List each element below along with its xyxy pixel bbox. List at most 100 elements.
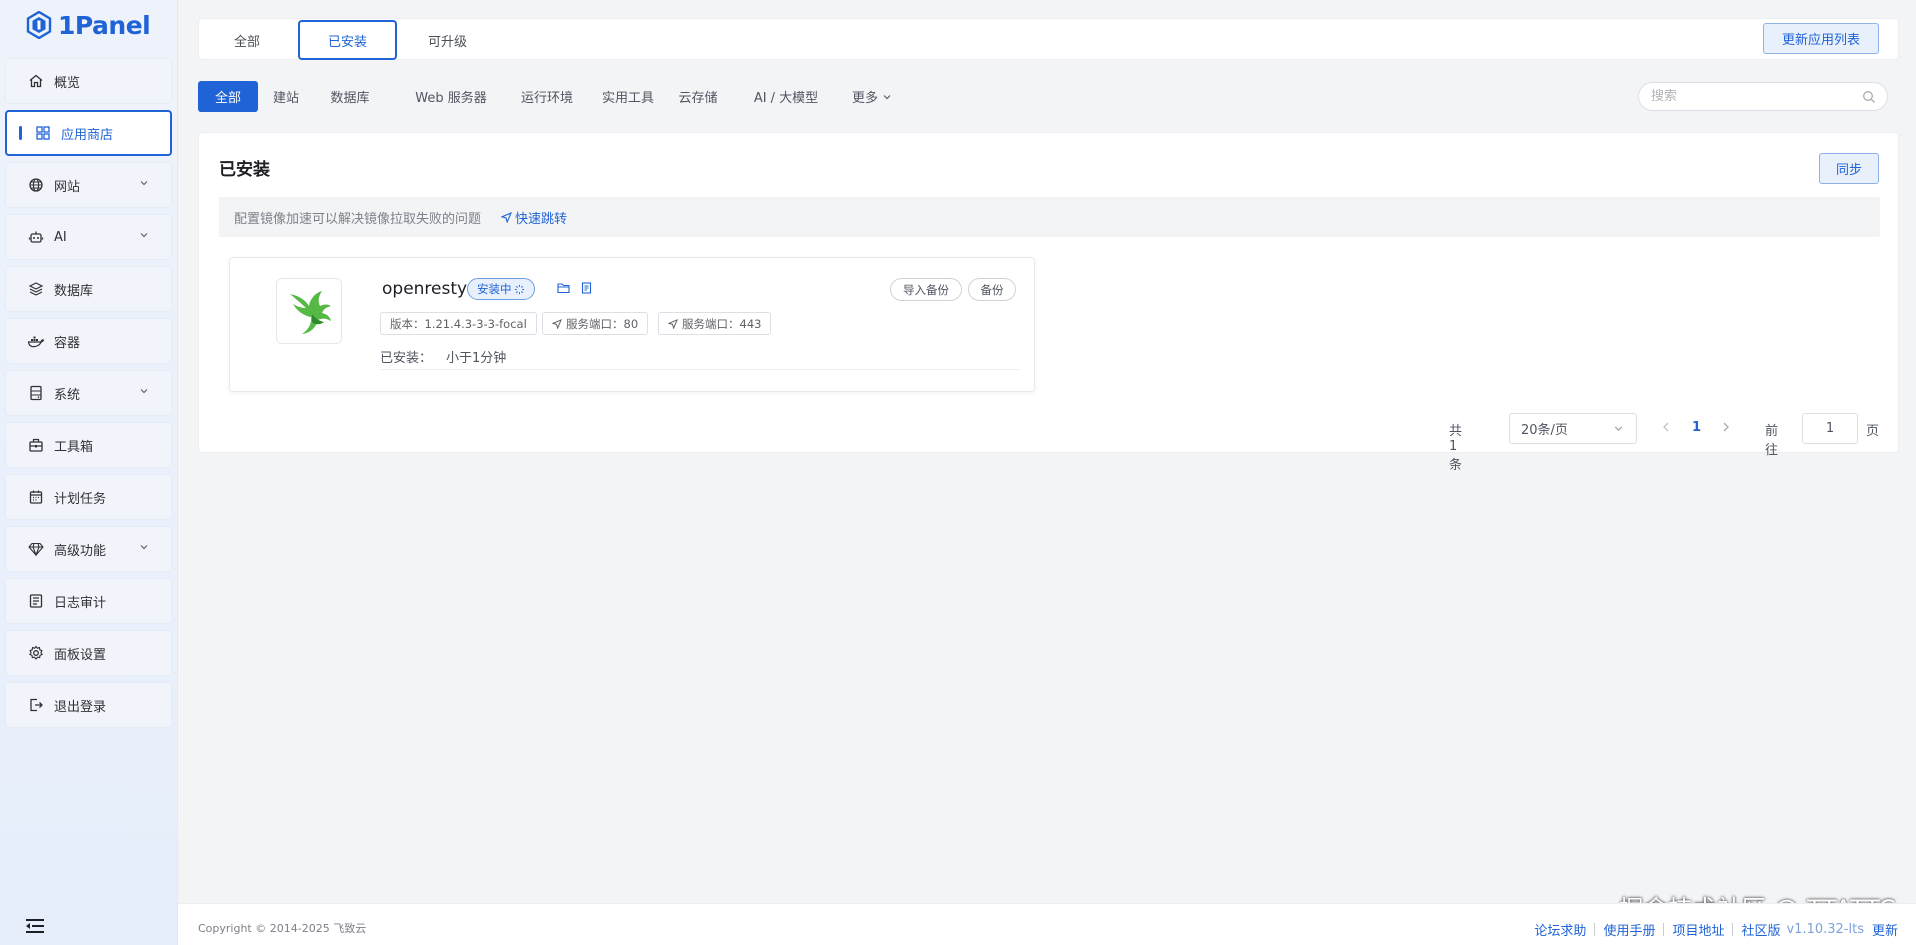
navigation-arrow-icon xyxy=(501,211,513,223)
tab-upgradable[interactable]: 可升级 xyxy=(405,20,490,60)
folder-icon[interactable] xyxy=(557,282,570,294)
chevron-down-icon xyxy=(140,545,148,550)
sidebar-item-label: 高级功能 xyxy=(54,543,107,559)
sidebar-item-logs[interactable]: 日志审计 xyxy=(5,578,172,624)
mirror-notice: 配置镜像加速可以解决镜像拉取失败的问题 快速跳转 xyxy=(219,197,1880,237)
sidebar-item-database[interactable]: 数据库 xyxy=(5,266,172,312)
goto-page-input[interactable]: 1 xyxy=(1802,413,1858,444)
sidebar-item-website[interactable]: 网站 xyxy=(5,162,172,208)
collapse-sidebar-button[interactable] xyxy=(24,918,46,938)
calendar-icon xyxy=(26,487,46,507)
project-link[interactable]: 项目地址 xyxy=(1672,920,1724,939)
search-field[interactable] xyxy=(1638,82,1888,111)
document-icon[interactable] xyxy=(581,282,592,294)
filter-website[interactable]: 建站 xyxy=(266,81,306,112)
backup-button[interactable]: 备份 xyxy=(968,278,1016,301)
sidebar-item-advanced[interactable]: 高级功能 xyxy=(5,526,172,572)
layers-icon xyxy=(26,279,46,299)
port-tag-80[interactable]: 服务端口：80 xyxy=(542,312,649,335)
page-unit-label: 页 xyxy=(1866,424,1880,439)
sidebar-item-label: 应用商店 xyxy=(61,127,114,143)
sidebar-item-system[interactable]: 系统 xyxy=(5,370,172,416)
sidebar-item-label: 网站 xyxy=(54,179,81,195)
footer-links: 论坛求助 使用手册 项目地址 社区版 v1.10.32-lts 更新 xyxy=(1534,920,1898,939)
goto-label: 前往 xyxy=(1765,424,1779,458)
sidebar-item-label: 面板设置 xyxy=(54,647,107,663)
search-input[interactable] xyxy=(1651,89,1851,104)
installed-time-label: 已安装： xyxy=(380,351,433,366)
page-size-value: 20条/页 xyxy=(1521,423,1568,438)
server-icon xyxy=(26,383,46,403)
sidebar-item-settings[interactable]: 面板设置 xyxy=(5,630,172,676)
port-tag-443[interactable]: 服务端口：443 xyxy=(658,312,772,335)
filter-more-label: 更多 xyxy=(851,91,878,106)
navigation-arrow-icon xyxy=(552,318,562,329)
tab-all[interactable]: 全部 xyxy=(206,20,288,60)
search-icon[interactable] xyxy=(1862,90,1876,104)
import-backup-button[interactable]: 导入备份 xyxy=(890,278,962,301)
home-icon xyxy=(26,71,46,91)
installed-apps-card: 已安装 同步 配置镜像加速可以解决镜像拉取失败的问题 快速跳转 openrest… xyxy=(198,132,1899,473)
forum-link[interactable]: 论坛求助 xyxy=(1534,920,1586,939)
status-badge: 安装中 xyxy=(467,278,535,300)
sidebar-item-app-store[interactable]: 应用商店 xyxy=(5,110,172,156)
notice-text: 配置镜像加速可以解决镜像拉取失败的问题 xyxy=(234,211,482,227)
filter-runtime[interactable]: 运行环境 xyxy=(507,81,587,112)
docker-icon xyxy=(26,331,46,351)
app-logo[interactable] xyxy=(276,278,342,344)
sidebar-item-label: 系统 xyxy=(54,387,81,403)
installed-time-value: 小于1分钟 xyxy=(446,351,507,366)
page-size-select[interactable]: 20条/页 xyxy=(1509,413,1637,444)
sidebar-item-label: AI xyxy=(54,229,67,245)
chevron-right-icon[interactable] xyxy=(1721,420,1731,434)
filter-tools[interactable]: 实用工具 xyxy=(590,81,666,112)
sidebar-item-logout[interactable]: 退出登录 xyxy=(5,682,172,728)
sidebar-item-ai[interactable]: AI xyxy=(5,214,172,260)
app-grid-icon xyxy=(33,123,53,143)
update-link[interactable]: 更新 xyxy=(1872,920,1898,939)
app-card-openresty: openresty 安装中 导入备份 备份 版本：1.21.4.3-3-3-fo… xyxy=(229,257,1035,392)
quick-jump-label: 快速跳转 xyxy=(515,211,568,227)
tab-installed[interactable]: 已安装 xyxy=(298,20,397,60)
collapse-menu-icon xyxy=(26,919,44,933)
filter-all[interactable]: 全部 xyxy=(198,81,258,112)
sidebar-item-label: 计划任务 xyxy=(54,491,107,507)
openresty-logo-icon xyxy=(290,291,331,334)
sidebar-item-overview[interactable]: 概览 xyxy=(5,58,172,104)
diamond-icon xyxy=(26,539,46,559)
chevron-down-icon xyxy=(883,94,891,99)
divider xyxy=(380,369,1020,370)
sidebar-item-label: 工具箱 xyxy=(54,439,94,455)
version-tag: 版本：1.21.4.3-3-3-focal xyxy=(380,312,537,335)
sidebar-item-toolbox[interactable]: 工具箱 xyxy=(5,422,172,468)
top-tabs-bar: 全部 已安装 可升级 更新应用列表 xyxy=(198,18,1899,60)
page-number-current[interactable]: 1 xyxy=(1692,420,1701,435)
manual-link[interactable]: 使用手册 xyxy=(1603,920,1655,939)
toolbox-icon xyxy=(26,435,46,455)
active-indicator xyxy=(19,126,22,140)
sidebar-item-label: 退出登录 xyxy=(54,699,107,715)
divider xyxy=(1594,923,1596,936)
sidebar-item-container[interactable]: 容器 xyxy=(5,318,172,364)
sidebar-item-cron[interactable]: 计划任务 xyxy=(5,474,172,520)
sidebar-item-label: 数据库 xyxy=(54,283,94,299)
filter-cloud-storage[interactable]: 云存储 xyxy=(672,81,724,112)
globe-icon xyxy=(26,175,46,195)
filter-ai[interactable]: AI / 大模型 xyxy=(741,81,831,112)
pagination-total: 共 1 条 xyxy=(1449,424,1463,473)
edition-link[interactable]: 社区版 xyxy=(1741,920,1780,939)
navigation-arrow-icon xyxy=(668,318,678,329)
filter-database[interactable]: 数据库 xyxy=(324,81,376,112)
status-text: 安装中 xyxy=(477,282,512,296)
logo-text: 1Panel xyxy=(58,10,151,40)
quick-jump-link[interactable]: 快速跳转 xyxy=(501,208,567,227)
refresh-app-list-button[interactable]: 更新应用列表 xyxy=(1763,23,1879,54)
logo[interactable]: 1Panel xyxy=(26,8,151,42)
filter-web-server[interactable]: Web 服务器 xyxy=(394,81,508,112)
filter-more[interactable]: 更多 xyxy=(843,81,901,112)
sidebar-item-label: 概览 xyxy=(54,75,81,91)
version-label: v1.10.32-lts xyxy=(1786,922,1864,937)
sidebar-menu: 概览 应用商店 网站 AI 数据库 容器 系统 工具箱 计划任务 高级功能 日志… xyxy=(5,58,172,734)
sync-button[interactable]: 同步 xyxy=(1819,153,1879,184)
chevron-left-icon[interactable] xyxy=(1661,420,1671,434)
